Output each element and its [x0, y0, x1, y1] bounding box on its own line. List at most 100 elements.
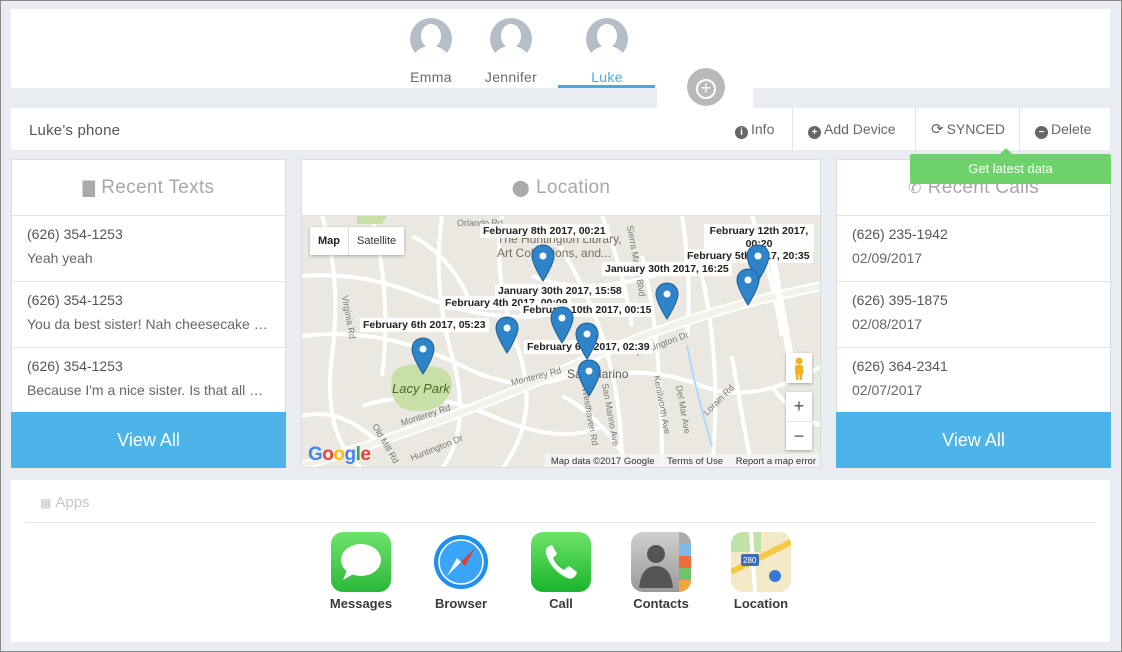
profile-luke[interactable]: Luke: [559, 18, 655, 85]
zoom-in-button[interactable]: +: [786, 392, 812, 421]
map-data-credit: Map data ©2017 Google: [550, 456, 655, 467]
svg-text:Lacy Park: Lacy Park: [392, 381, 451, 396]
map-pin-icon[interactable]: [577, 359, 601, 397]
report-map-error-link[interactable]: Report a map error: [736, 456, 816, 467]
divider: [915, 108, 916, 150]
panel-title: Recent Texts: [101, 177, 215, 198]
app-label: Contacts: [633, 596, 689, 611]
marker-label[interactable]: February 10th 2017, 00:15: [520, 303, 655, 317]
divider: [792, 108, 793, 150]
profile-switcher: Emma Jennifer Luke: [11, 9, 1110, 88]
call-number: (626) 235-1942: [852, 226, 948, 242]
call-date: 02/08/2017: [852, 316, 923, 332]
map-type-map[interactable]: Map: [310, 227, 349, 255]
list-item[interactable]: (626) 235-1942 02/09/2017: [837, 216, 1110, 282]
list-item[interactable]: (626) 354-1253 Because I'm a nice sister…: [12, 348, 285, 414]
apps-section: ▦ Apps Messages Browser Call Contacts 280…: [11, 480, 1110, 642]
map-pin-icon[interactable]: [495, 316, 519, 354]
plus-icon: +: [696, 79, 716, 99]
map-type-satellite[interactable]: Satellite: [349, 227, 404, 255]
delete-label: Delete: [1051, 121, 1092, 137]
refresh-icon: ⟳: [931, 121, 944, 138]
marker-label[interactable]: February 8th 2017, 00:21: [480, 224, 609, 238]
text-number: (626) 354-1253: [27, 292, 123, 308]
panel-header: ▇ Recent Texts: [12, 160, 285, 216]
divider: [25, 522, 1096, 523]
app-location[interactable]: 280 Location: [721, 532, 801, 611]
map-pin-icon[interactable]: [550, 306, 574, 344]
app-label: Call: [549, 596, 573, 611]
list-item[interactable]: (626) 354-1253 You da best sister! Nah c…: [12, 282, 285, 348]
plus-circle-icon: +: [808, 126, 821, 139]
app-call[interactable]: Call: [521, 532, 601, 611]
contacts-icon: [631, 532, 691, 592]
profile-name: Jennifer: [484, 69, 538, 85]
avatar: [490, 18, 532, 60]
recent-calls-panel: ✆ Recent Calls (626) 235-1942 02/09/2017 …: [836, 159, 1111, 468]
map-pin-icon[interactable]: [575, 322, 599, 360]
messages-icon: [331, 532, 391, 592]
zoom-out-button[interactable]: −: [786, 421, 812, 450]
list-item[interactable]: (626) 354-1253 Yeah yeah: [12, 216, 285, 282]
text-message: Yeah yeah: [27, 250, 93, 266]
call-date: 02/09/2017: [852, 250, 923, 266]
profile-name: Luke: [591, 69, 623, 85]
text-message: You da best sister! Nah cheesecake sound…: [27, 316, 270, 332]
profile-jennifer[interactable]: Jennifer: [463, 18, 559, 85]
call-number: (626) 364-2341: [852, 358, 948, 374]
minus-circle-icon: −: [1035, 126, 1048, 139]
sync-button[interactable]: ⟳ SYNCED: [921, 108, 1015, 150]
app-label: Browser: [434, 596, 488, 611]
info-label: Info: [751, 121, 775, 137]
panel-header: ⬤ Location: [302, 160, 820, 216]
map-pin-icon[interactable]: [531, 244, 555, 282]
browser-icon: [431, 532, 491, 592]
street-view-pegman-icon[interactable]: [786, 353, 812, 383]
text-message: Because I'm a nice sister. Is that all y…: [27, 382, 270, 398]
list-item[interactable]: (626) 364-2341 02/07/2017: [837, 348, 1110, 414]
view-all-texts-button[interactable]: View All: [11, 412, 286, 468]
apps-header: ▦ Apps: [40, 494, 90, 511]
map-pin-icon[interactable]: [411, 337, 435, 375]
map-pin-icon[interactable]: [655, 282, 679, 320]
marker-label[interactable]: February 6th 2017, 05:23: [360, 318, 489, 332]
text-number: (626) 354-1253: [27, 226, 123, 242]
app-messages[interactable]: Messages: [321, 532, 401, 611]
active-profile-indicator: [558, 85, 655, 88]
delete-button[interactable]: − Delete: [1025, 108, 1101, 150]
app-label: Messages: [329, 596, 393, 611]
avatar: [586, 18, 628, 60]
location-map-icon: 280: [731, 532, 791, 592]
recent-texts-panel: ▇ Recent Texts (626) 354-1253 Yeah yeah (…: [11, 159, 286, 468]
app-browser[interactable]: Browser: [421, 532, 501, 611]
panel-title: Location: [535, 177, 611, 198]
map-attribution: Map data ©2017 Google Terms of Use Repor…: [544, 454, 820, 467]
grid-icon: ▦: [40, 496, 52, 510]
info-button[interactable]: i Info: [725, 108, 784, 150]
svg-text:280: 280: [743, 556, 757, 565]
location-panel: ⬤ Location The Huntington Library, Art a…: [301, 159, 821, 468]
terms-link[interactable]: Terms of Use: [667, 456, 723, 467]
add-profile-button[interactable]: +: [687, 68, 725, 106]
call-number: (626) 395-1875: [852, 292, 948, 308]
call-icon: [531, 532, 591, 592]
call-date: 02/07/2017: [852, 382, 923, 398]
text-number: (626) 354-1253: [27, 358, 123, 374]
avatar: [410, 18, 452, 60]
list-item[interactable]: (626) 395-1875 02/08/2017: [837, 282, 1110, 348]
view-all-calls-button[interactable]: View All: [836, 412, 1111, 468]
device-bar: Luke's phone i Info + Add Device ⟳ SYNCED −…: [11, 108, 1110, 150]
marker-label[interactable]: January 30th 2017, 16:25: [602, 262, 732, 276]
map-type-toggle[interactable]: Map Satellite: [310, 227, 405, 255]
section-title: Apps: [55, 494, 90, 511]
divider: [1019, 108, 1020, 150]
tooltip-text: Get latest data: [968, 161, 1053, 176]
app-label: Location: [733, 596, 789, 611]
app-contacts[interactable]: Contacts: [621, 532, 701, 611]
map-pin-icon[interactable]: [736, 268, 760, 306]
map-view[interactable]: The Huntington Library, Art Collections,…: [302, 216, 820, 467]
google-logo: Google: [308, 444, 371, 465]
add-device-label: Add Device: [824, 121, 896, 137]
sync-label: SYNCED: [946, 121, 1005, 137]
add-device-button[interactable]: + Add Device: [798, 108, 906, 150]
